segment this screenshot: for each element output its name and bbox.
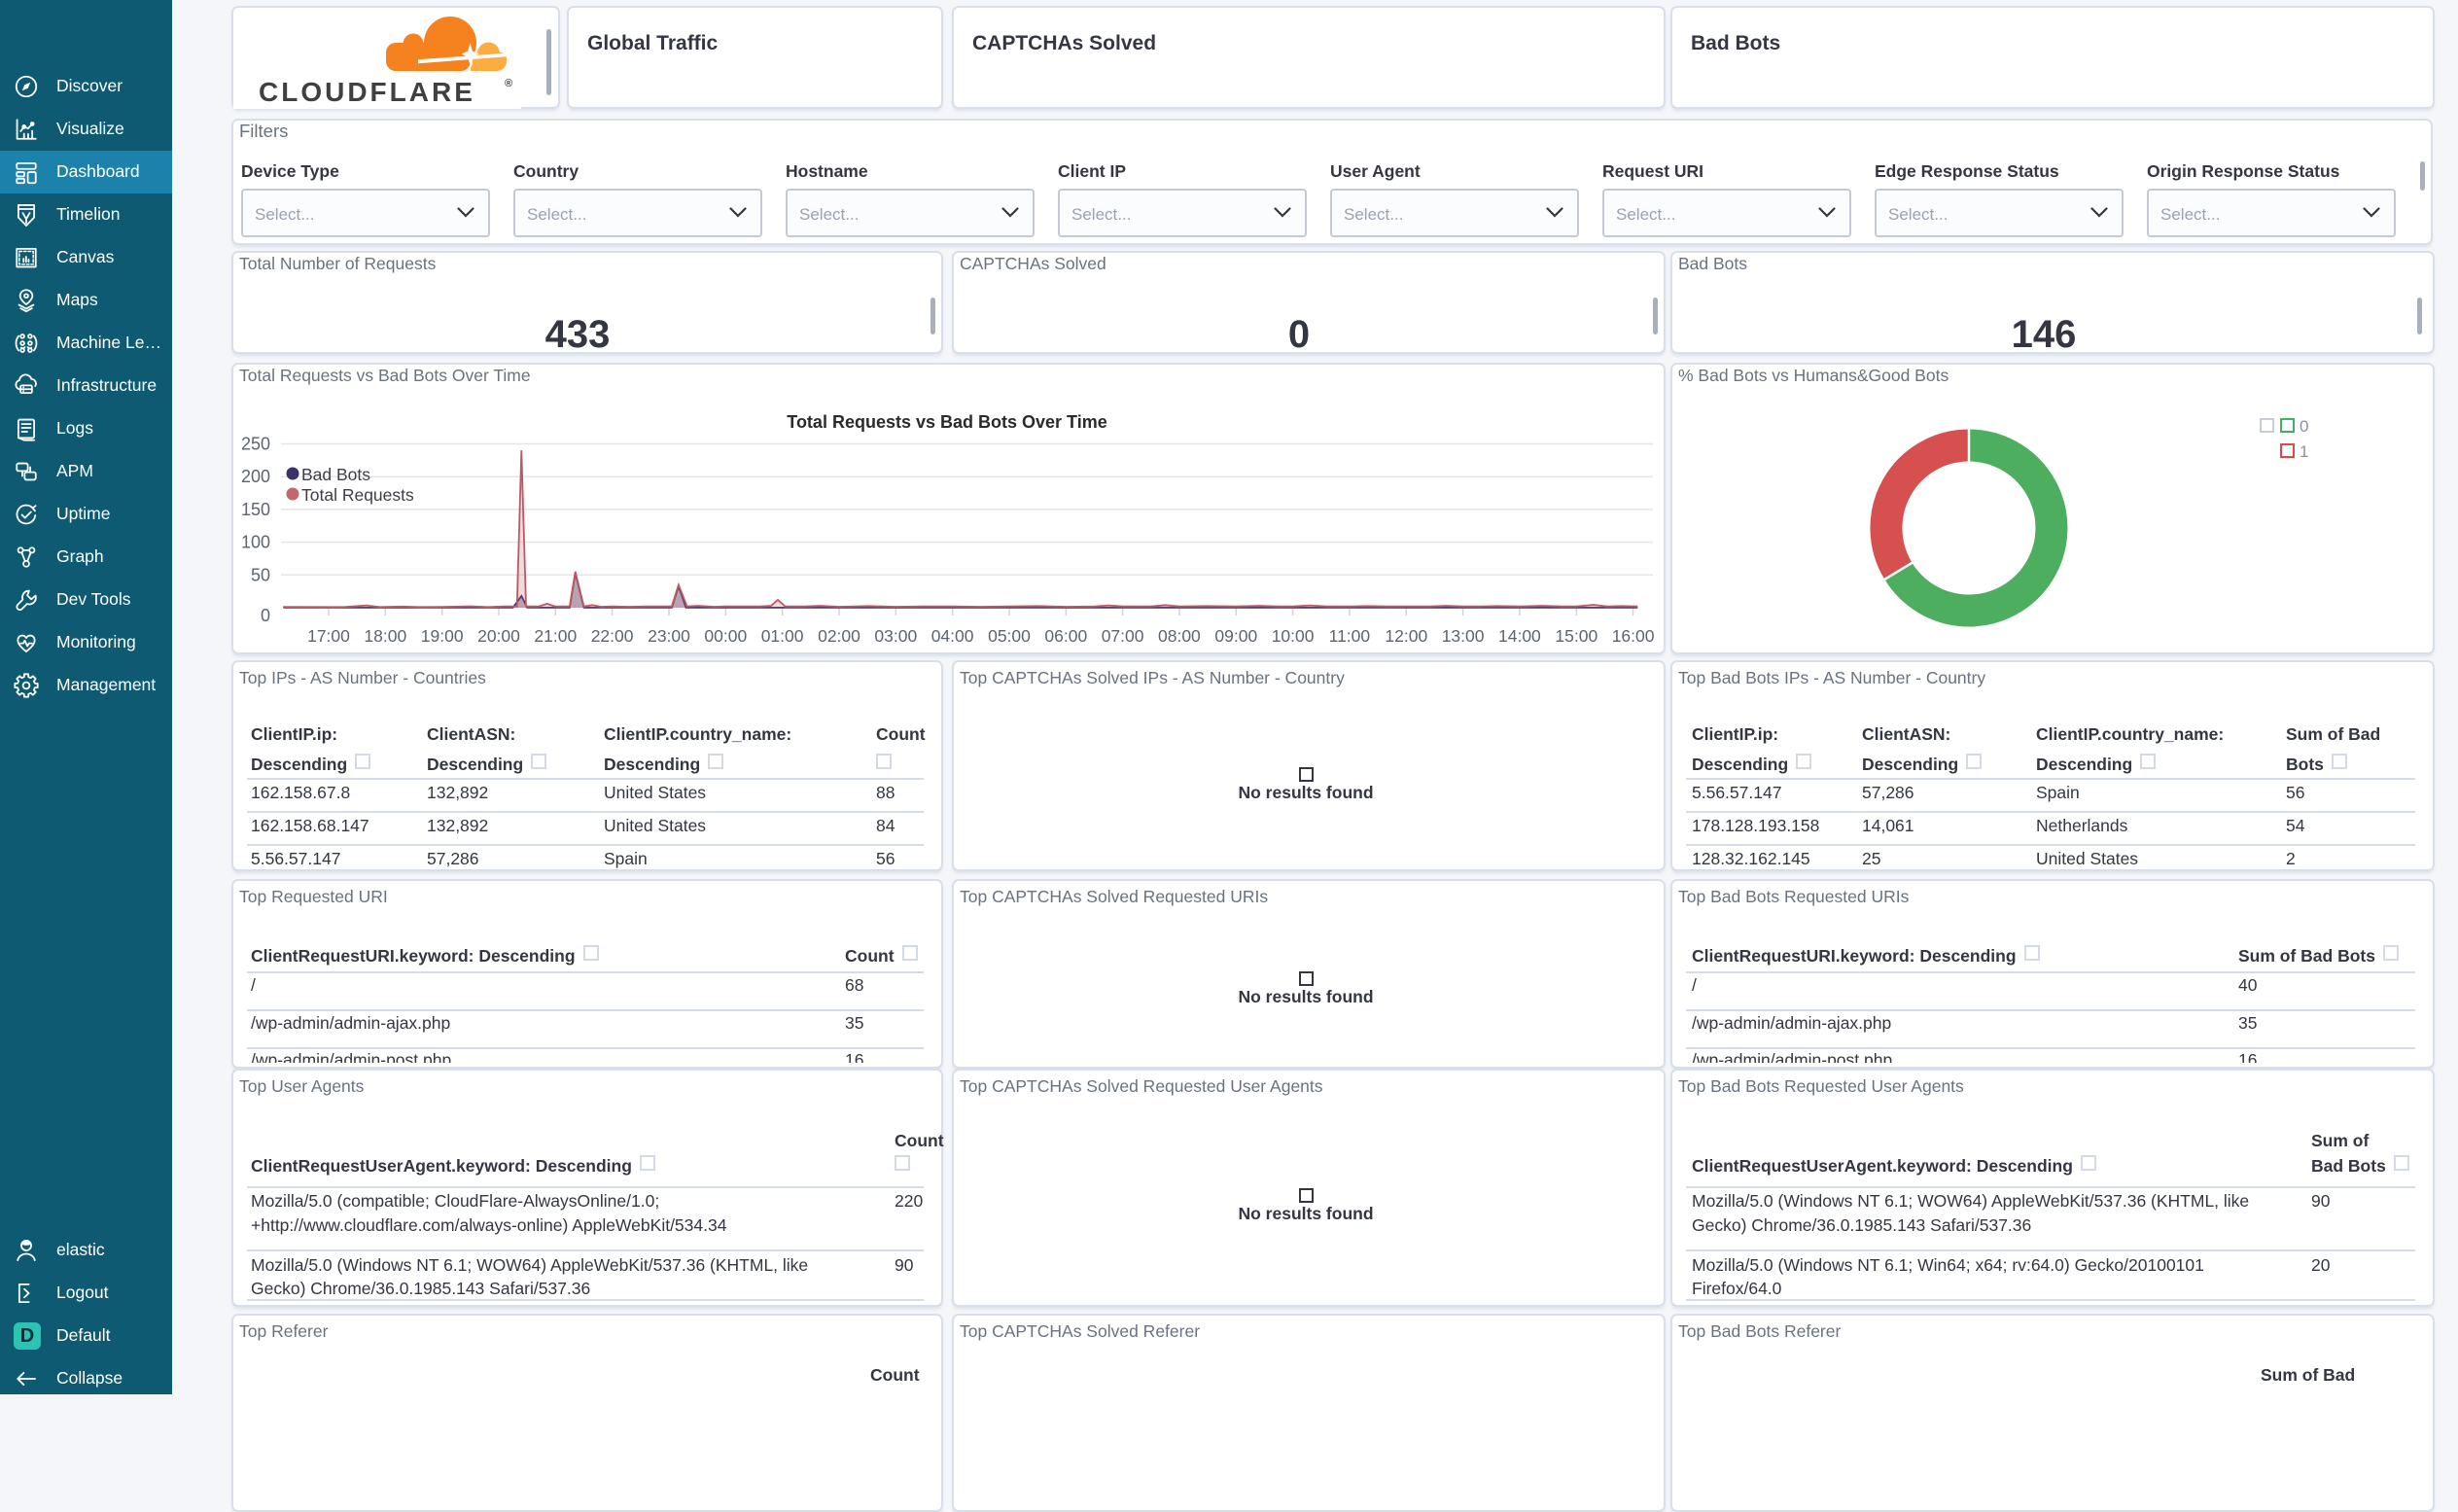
- svg-text:09:00: 09:00: [1214, 626, 1257, 646]
- svg-text:Total Requests: Total Requests: [301, 485, 414, 505]
- svg-text:08:00: 08:00: [1158, 626, 1201, 646]
- svg-text:100: 100: [241, 533, 270, 552]
- svg-text:15:00: 15:00: [1555, 626, 1598, 646]
- svg-text:250: 250: [241, 435, 270, 454]
- svg-text:Bad Bots: Bad Bots: [301, 465, 370, 484]
- svg-text:18:00: 18:00: [364, 626, 406, 646]
- svg-text:12:00: 12:00: [1385, 626, 1427, 646]
- svg-text:20:00: 20:00: [477, 626, 520, 646]
- svg-text:05:00: 05:00: [988, 626, 1031, 646]
- svg-text:00:00: 00:00: [704, 626, 747, 646]
- svg-text:21:00: 21:00: [534, 626, 577, 646]
- svg-text:200: 200: [241, 467, 270, 486]
- svg-text:10:00: 10:00: [1272, 626, 1315, 646]
- svg-text:07:00: 07:00: [1102, 626, 1144, 646]
- svg-text:11:00: 11:00: [1329, 626, 1371, 646]
- svg-text:50: 50: [251, 565, 270, 584]
- svg-text:17:00: 17:00: [307, 626, 350, 646]
- svg-text:04:00: 04:00: [931, 626, 974, 646]
- svg-text:22:00: 22:00: [591, 626, 634, 646]
- svg-text:06:00: 06:00: [1044, 626, 1087, 646]
- svg-text:1: 1: [2300, 442, 2308, 461]
- svg-text:150: 150: [241, 500, 270, 519]
- svg-text:0: 0: [2300, 417, 2308, 436]
- svg-text:0: 0: [261, 606, 270, 625]
- svg-text:14:00: 14:00: [1498, 626, 1541, 646]
- svg-text:03:00: 03:00: [874, 626, 917, 646]
- svg-text:02:00: 02:00: [818, 626, 860, 646]
- svg-text:01:00: 01:00: [761, 626, 804, 646]
- svg-text:13:00: 13:00: [1442, 626, 1485, 646]
- svg-text:23:00: 23:00: [648, 626, 690, 646]
- svg-text:19:00: 19:00: [421, 626, 464, 646]
- svg-text:16:00: 16:00: [1612, 626, 1655, 646]
